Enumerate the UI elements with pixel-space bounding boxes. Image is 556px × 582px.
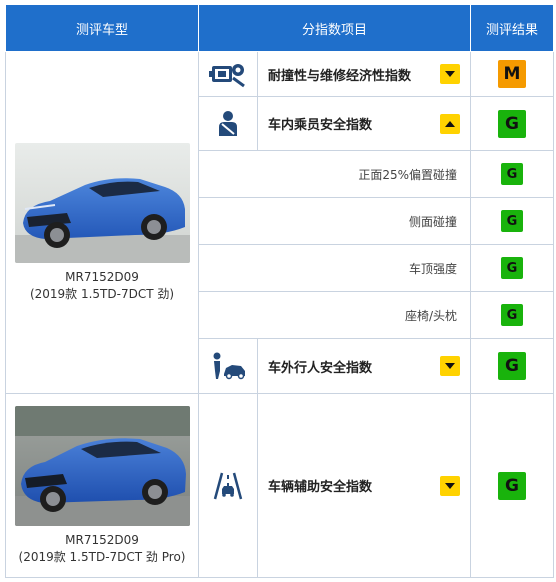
occupant-grade-badge: G <box>498 109 526 138</box>
durability-label-cell: 耐撞性与维修经济性指数 <box>257 51 471 97</box>
chevron-up-icon <box>445 120 455 127</box>
durability-icon-cell <box>198 51 258 97</box>
side-grade-badge: G <box>501 210 523 233</box>
assist-label-cell: 车辆辅助安全指数 <box>257 393 471 578</box>
assist-label: 车辆辅助安全指数 <box>268 480 373 495</box>
seated-occupant-icon <box>219 110 237 136</box>
pedestrian-car-icon <box>213 352 245 380</box>
side-label: 侧面碰撞 <box>198 197 471 245</box>
vehicle-cell-1: MR7152D09 (2019款 1.5TD-7DCT 劲) <box>5 51 199 394</box>
chevron-down-icon <box>445 71 455 77</box>
pedestrian-result-cell: G <box>470 338 554 394</box>
vehicle-cell-2: MR7152D09 (2019款 1.5TD-7DCT 劲 Pro) <box>5 393 199 578</box>
occupant-collapse-button[interactable] <box>440 113 460 134</box>
chevron-down-icon <box>445 482 455 489</box>
vehicle-1-spec: (2019款 1.5TD-7DCT 劲) <box>29 286 175 301</box>
seat-label: 座椅/头枕 <box>198 291 471 339</box>
roof-result-cell: G <box>470 244 554 292</box>
vehicle-2-spec: (2019款 1.5TD-7DCT 劲 Pro) <box>18 549 186 564</box>
side-result-cell: G <box>470 197 554 245</box>
rating-page: 测评车型 分指数项目 测评结果 MR7152D09 (2019款 1.5TD-7… <box>0 0 556 582</box>
pedestrian-icon-cell <box>198 338 258 394</box>
seat-result-cell: G <box>470 291 554 339</box>
occupant-icon-cell <box>198 96 258 151</box>
driver-assist-road-icon <box>213 472 243 499</box>
durability-expand-button[interactable] <box>440 64 460 84</box>
roof-label: 车顶强度 <box>198 244 471 292</box>
assist-icon-cell <box>198 393 258 578</box>
durability-label: 耐撞性与维修经济性指数 <box>268 68 412 84</box>
pedestrian-label: 车外行人安全指数 <box>268 360 373 376</box>
header-row: 测评车型 分指数项目 测评结果 <box>5 4 554 52</box>
seat-grade-badge: G <box>501 304 523 327</box>
header-result: 测评结果 <box>470 4 554 52</box>
frontal-label: 正面25%偏置碰撞 <box>198 150 471 198</box>
durability-grade-badge: M <box>498 60 526 88</box>
vehicle-2-caption: MR7152D09 (2019款 1.5TD-7DCT 劲 Pro) <box>6 532 198 566</box>
occupant-label-cell: 车内乘员安全指数 <box>257 96 471 151</box>
durability-result-cell: M <box>470 51 554 97</box>
vehicle-1-model: MR7152D09 <box>65 269 139 284</box>
chevron-down-icon <box>445 363 455 369</box>
header-vehicle: 测评车型 <box>5 4 199 52</box>
occupant-result-cell: G <box>470 96 554 151</box>
frontal-result-cell: G <box>470 150 554 198</box>
vehicle-1-caption: MR7152D09 (2019款 1.5TD-7DCT 劲) <box>6 269 198 303</box>
rating-table: 测评车型 分指数项目 测评结果 MR7152D09 (2019款 1.5TD-7… <box>5 4 554 578</box>
pedestrian-expand-button[interactable] <box>440 356 460 376</box>
pedestrian-grade-badge: G <box>498 352 526 380</box>
row-assist: MR7152D09 (2019款 1.5TD-7DCT 劲 Pro) 车辆辅助安… <box>5 393 554 578</box>
assist-result-cell: G <box>470 393 554 578</box>
assist-grade-badge: G <box>498 471 526 500</box>
vehicle-2-model: MR7152D09 <box>65 532 139 547</box>
car-photo-1 <box>14 142 190 263</box>
occupant-label: 车内乘员安全指数 <box>268 118 373 133</box>
header-index: 分指数项目 <box>198 4 471 52</box>
roof-grade-badge: G <box>501 257 523 280</box>
assist-expand-button[interactable] <box>440 475 460 496</box>
frontal-grade-badge: G <box>501 163 523 186</box>
car-photo-2 <box>14 405 190 526</box>
repair-engine-icon <box>209 64 245 88</box>
pedestrian-label-cell: 车外行人安全指数 <box>257 338 471 394</box>
row-durability: MR7152D09 (2019款 1.5TD-7DCT 劲) 耐撞性与维修经济性… <box>5 51 554 394</box>
